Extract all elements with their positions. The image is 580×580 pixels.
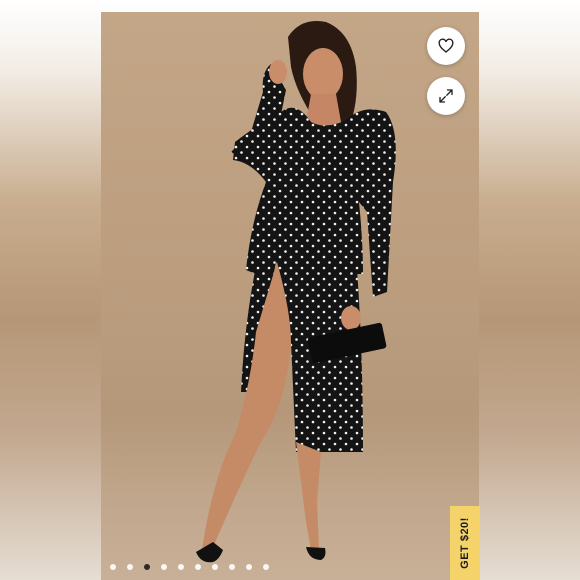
heart-icon <box>438 38 454 53</box>
product-photo[interactable] <box>101 12 479 580</box>
blurred-background-right <box>479 0 580 580</box>
carousel-dot-2[interactable] <box>127 564 133 570</box>
model-in-polka-dot-dress <box>196 21 396 563</box>
promo-tab[interactable]: GET $20! <box>450 506 480 580</box>
carousel-dot-8[interactable] <box>229 564 235 570</box>
carousel-dot-1[interactable] <box>110 564 116 570</box>
expand-icon <box>439 89 453 103</box>
expand-button[interactable] <box>427 77 465 115</box>
promo-label: GET $20! <box>459 517 471 569</box>
carousel-dot-7[interactable] <box>212 564 218 570</box>
carousel-dot-5[interactable] <box>178 564 184 570</box>
carousel-dot-10[interactable] <box>263 564 269 570</box>
carousel-dot-4[interactable] <box>161 564 167 570</box>
image-carousel-indicator[interactable] <box>110 562 269 572</box>
carousel-dot-6[interactable] <box>195 564 201 570</box>
like-button[interactable] <box>427 27 465 65</box>
blurred-background-left <box>0 0 101 580</box>
carousel-dot-9[interactable] <box>246 564 252 570</box>
carousel-dot-3[interactable] <box>144 564 150 570</box>
